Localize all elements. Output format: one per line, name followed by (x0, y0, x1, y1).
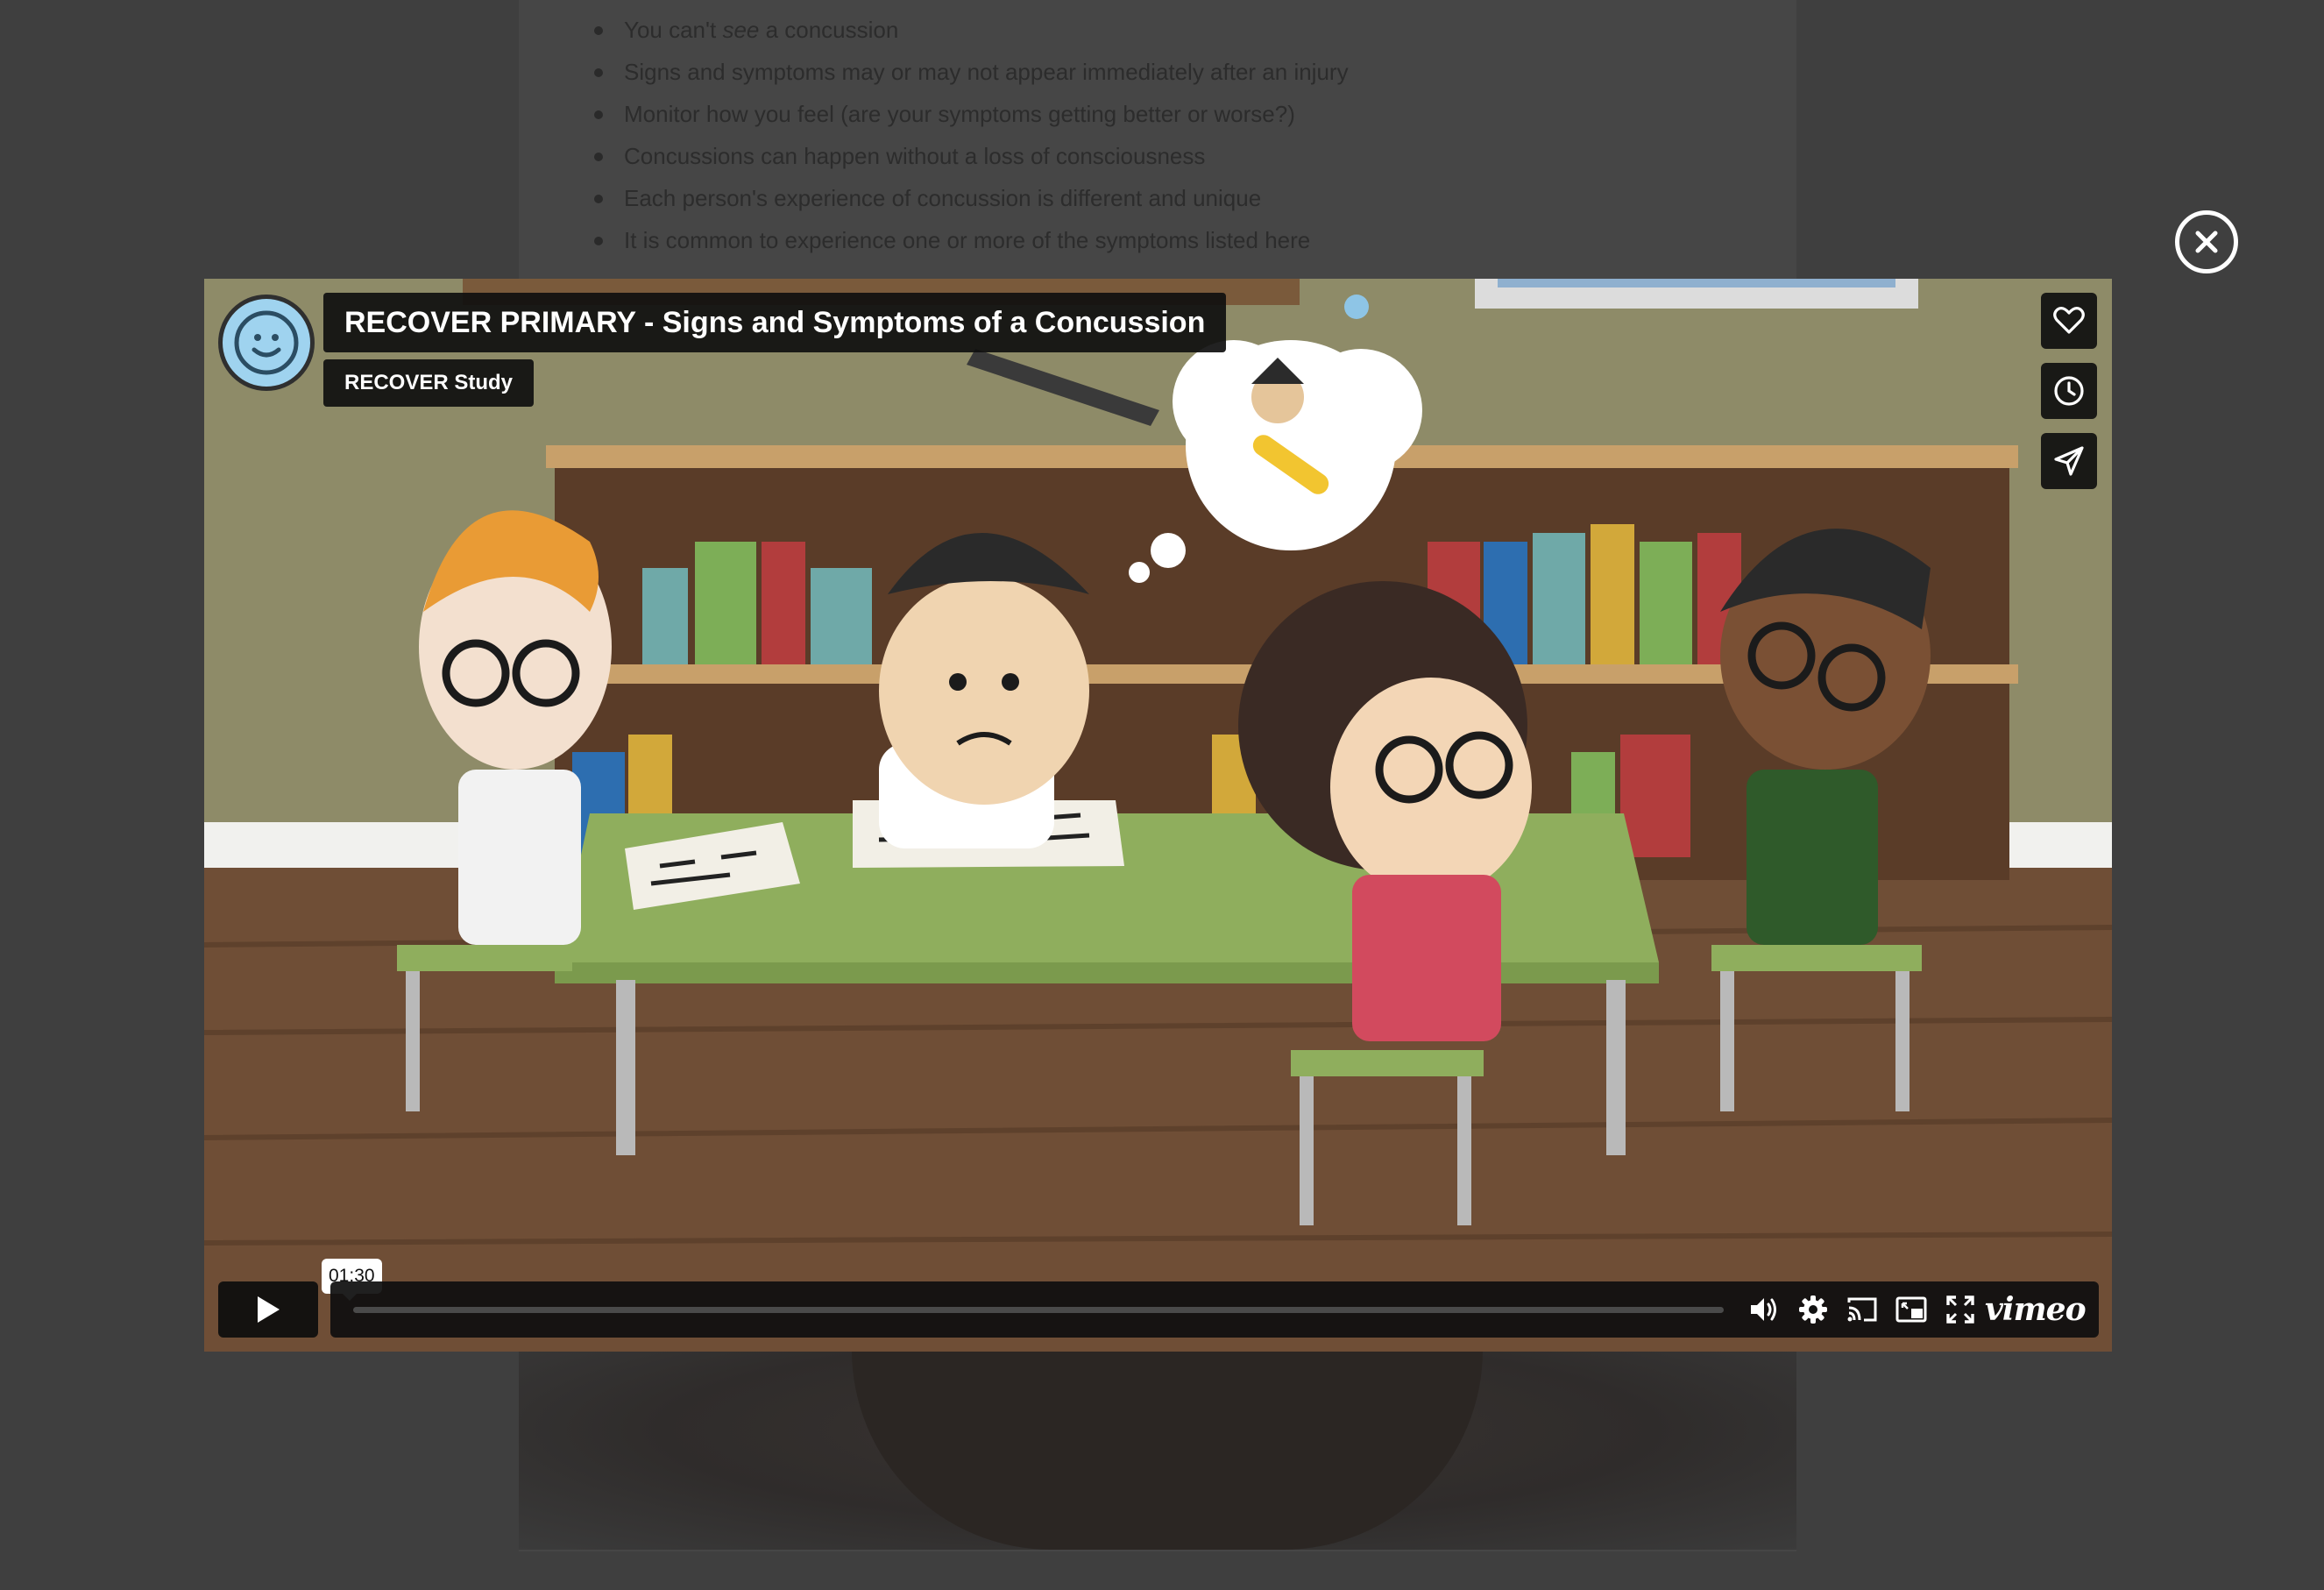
video-frame-classroom-illustration (204, 279, 2112, 1352)
bullet-text: Each person's experience of concussion i… (624, 185, 1262, 211)
share-button[interactable] (2041, 433, 2097, 489)
paper-plane-icon (2054, 446, 2084, 476)
gear-icon (1799, 1295, 1827, 1324)
bullet-dot (594, 68, 603, 77)
cast-button[interactable] (1845, 1294, 1880, 1325)
bullet-text: It is common to experience one or more o… (624, 227, 1311, 253)
fullscreen-icon (1946, 1295, 1974, 1324)
close-modal-button[interactable] (2175, 210, 2238, 273)
bullet-text: Signs and symptoms may or may not appear… (624, 59, 1349, 85)
heart-icon (2053, 307, 2085, 334)
smiley-avatar-icon (223, 299, 310, 387)
control-bar: vimeo (330, 1281, 2099, 1338)
volume-icon (1751, 1298, 1776, 1321)
settings-button[interactable] (1796, 1294, 1831, 1325)
vimeo-logo[interactable]: vimeo (1985, 1290, 2087, 1329)
watch-later-button[interactable] (2041, 363, 2097, 419)
fullscreen-button[interactable] (1943, 1294, 1978, 1325)
background-photo-face (852, 1350, 1483, 1550)
bullet-text-tail: a concussion (759, 17, 899, 43)
channel-avatar[interactable] (218, 295, 315, 391)
video-title[interactable]: RECOVER PRIMARY - Signs and Symptoms of … (323, 293, 1227, 352)
play-button[interactable] (218, 1281, 318, 1338)
volume-button[interactable] (1747, 1294, 1782, 1325)
progress-bar[interactable] (353, 1307, 1724, 1313)
close-icon (2195, 231, 2218, 253)
video-author[interactable]: RECOVER Study (323, 359, 535, 407)
bullet-text: Monitor how you feel (are your symptoms … (624, 101, 1295, 127)
picture-in-picture-button[interactable] (1894, 1294, 1929, 1325)
bullet-emphasis: see (722, 17, 760, 43)
bullet-dot (594, 153, 603, 161)
bullet-text: Concussions can happen without a loss of… (624, 143, 1206, 169)
video-player[interactable]: RECOVER PRIMARY - Signs and Symptoms of … (204, 279, 2112, 1352)
cast-icon (1847, 1297, 1877, 1322)
picture-in-picture-icon (1895, 1296, 1927, 1323)
bullet-dot (594, 26, 603, 35)
bullet-text: You can't (624, 17, 723, 43)
background-photo (519, 1350, 1796, 1550)
play-icon (258, 1296, 280, 1323)
bullet-dot (594, 110, 603, 119)
bullet-dot (594, 195, 603, 203)
bullet-dot (594, 237, 603, 245)
clock-icon (2054, 376, 2084, 406)
like-button[interactable] (2041, 293, 2097, 349)
